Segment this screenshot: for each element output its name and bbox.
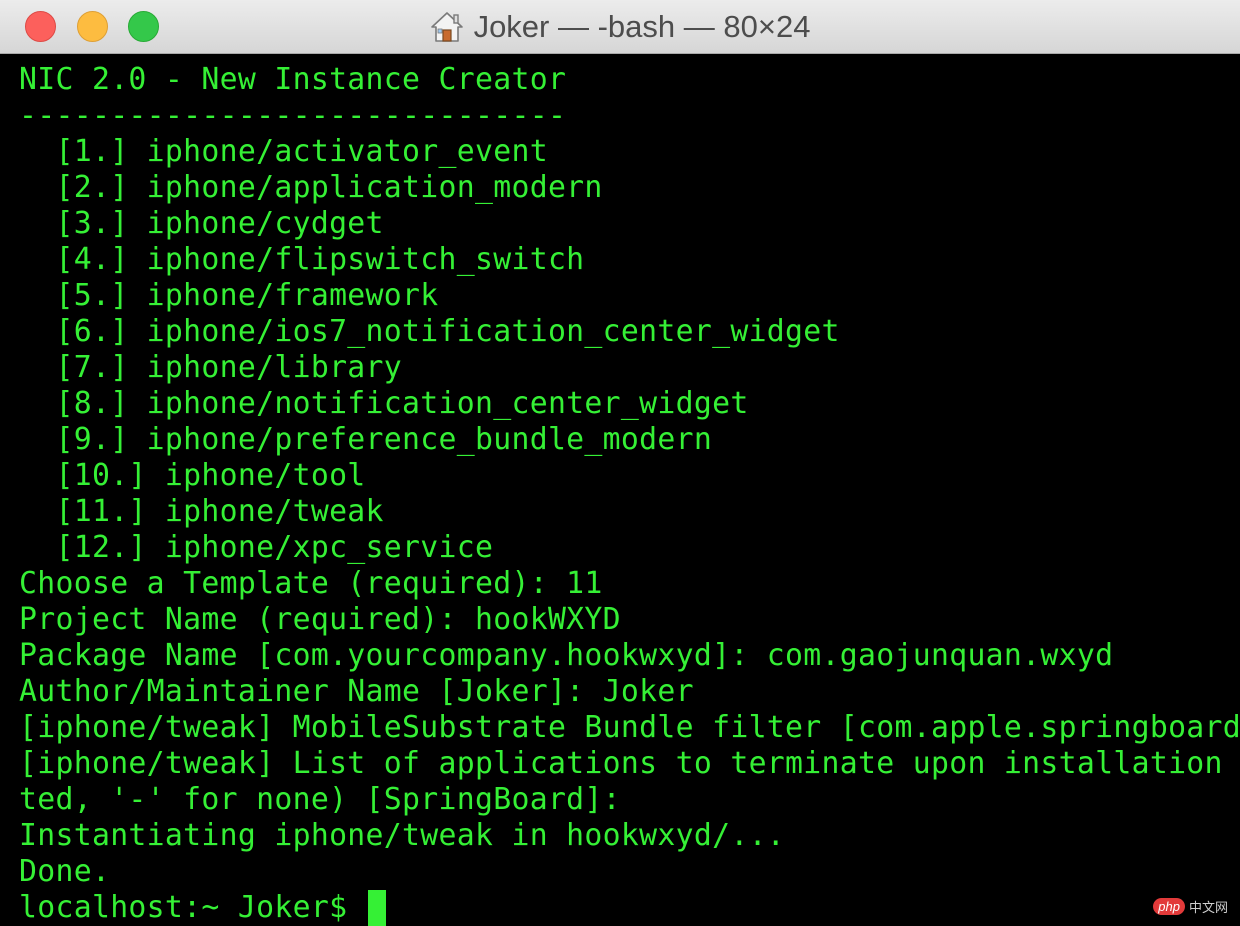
terminal-line: [10.] iphone/tool (19, 458, 366, 493)
text-cursor (367, 890, 386, 926)
terminal-line: [4.] iphone/flipswitch_switch (19, 242, 585, 277)
terminal-line: Author/Maintainer Name [Joker]: Joker (19, 674, 694, 709)
terminal-line: [1.] iphone/activator_event (19, 134, 548, 169)
terminal-line: [8.] iphone/notification_center_widget (19, 386, 749, 421)
title-bar[interactable]: Joker — -bash — 80×24 (0, 0, 1240, 54)
terminal-line: [5.] iphone/framework (19, 278, 439, 313)
terminal-prompt-line[interactable]: localhost:~ Joker$ (19, 890, 386, 926)
terminal-line: Package Name [com.yourcompany.hookwxyd]:… (19, 638, 1114, 673)
terminal-content[interactable]: NIC 2.0 - New Instance Creator ---------… (0, 54, 1240, 926)
watermark-text: 中文网 (1188, 901, 1228, 916)
terminal-line: Done. (19, 854, 111, 889)
terminal-line: [12.] iphone/xpc_service (19, 530, 494, 565)
terminal-window: Joker — -bash — 80×24 NIC 2.0 - New Inst… (0, 0, 1240, 926)
terminal-line: [3.] iphone/cydget (19, 206, 384, 241)
terminal-line: ted, '-' for none) [SpringBoard]: (19, 782, 621, 817)
terminal-line: [6.] iphone/ios7_notification_center_wid… (19, 314, 840, 349)
terminal-line: ------------------------------ (19, 98, 567, 133)
terminal-line: Instantiating iphone/tweak in hookwxyd/.… (19, 818, 786, 853)
terminal-line: NIC 2.0 - New Instance Creator (19, 62, 567, 97)
terminal-line: [iphone/tweak] MobileSubstrate Bundle fi… (19, 710, 1240, 745)
terminal-line: [iphone/tweak] List of applications to t… (19, 746, 1240, 781)
shell-prompt: localhost:~ Joker$ (19, 890, 366, 925)
window-title: Joker — -bash — 80×24 (0, 0, 1240, 54)
terminal-line: Choose a Template (required): 11 (19, 566, 603, 601)
home-icon (430, 12, 463, 42)
watermark-logo: php (1153, 898, 1185, 915)
terminal-line: [11.] iphone/tweak (19, 494, 384, 529)
terminal-line: Project Name (required): hookWXYD (19, 602, 621, 637)
terminal-line: [7.] iphone/library (19, 350, 403, 385)
window-title-text: Joker — -bash — 80×24 (473, 9, 811, 44)
terminal-line: [9.] iphone/preference_bundle_modern (19, 422, 713, 457)
watermark: php 中文网 (1153, 897, 1228, 916)
terminal-line: [2.] iphone/application_modern (19, 170, 603, 205)
